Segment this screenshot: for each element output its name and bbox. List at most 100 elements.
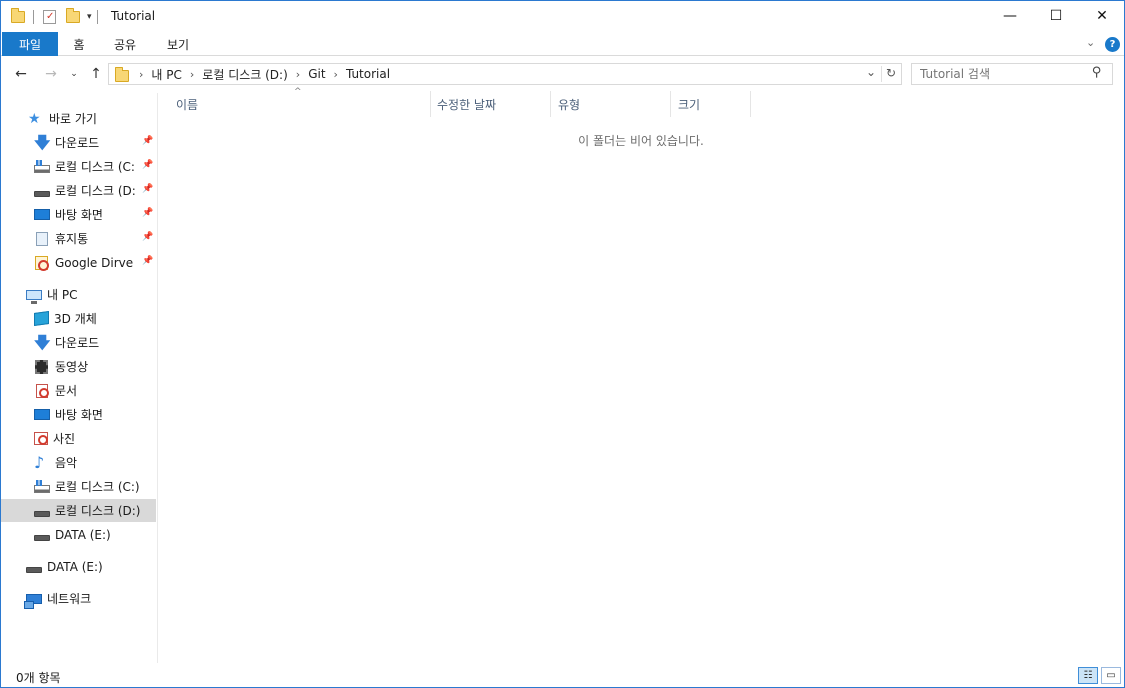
- sidebar-item-label: 로컬 디스크 (C:): [55, 480, 140, 494]
- recycle-bin-icon: [36, 231, 48, 246]
- sidebar-item-pictures[interactable]: 사진: [1, 427, 156, 450]
- address-dropdown-icon[interactable]: ⌄: [866, 65, 876, 79]
- desktop-icon: [34, 409, 50, 420]
- window-title: Tutorial: [111, 9, 156, 23]
- pin-icon[interactable]: 📌: [142, 208, 153, 218]
- chevron-right-icon[interactable]: ›: [139, 68, 143, 81]
- breadcrumb-git[interactable]: Git: [308, 67, 325, 81]
- item-count: 0개 항목: [16, 671, 61, 685]
- breadcrumb-drive-d[interactable]: 로컬 디스크 (D:): [202, 66, 287, 83]
- large-icons-view-icon[interactable]: ▭: [1101, 667, 1121, 684]
- drive-c-icon: [34, 479, 50, 493]
- chevron-right-icon[interactable]: ›: [334, 68, 338, 81]
- recent-locations-chevron-icon[interactable]: ⌄: [64, 65, 84, 83]
- chevron-right-icon[interactable]: ›: [190, 68, 194, 81]
- column-header-name[interactable]: 이름: [176, 91, 198, 117]
- sidebar-item-google-drive[interactable]: Google Dirve 📌: [1, 251, 156, 274]
- sidebar-item-desktop[interactable]: 바탕 화면: [1, 403, 156, 426]
- google-drive-icon: [35, 255, 49, 271]
- sidebar-item-network[interactable]: 네트워크: [1, 587, 156, 610]
- sidebar-item-quick-access[interactable]: ★ 바로 가기: [1, 107, 156, 130]
- sidebar-item-label: 사진: [53, 432, 76, 446]
- drive-icon: [26, 566, 42, 573]
- refresh-icon[interactable]: ↻: [886, 66, 896, 80]
- toolbar-divider: [33, 10, 34, 24]
- customize-toolbar-icon[interactable]: ▾: [87, 12, 92, 22]
- sidebar-item-label: 바탕 화면: [55, 208, 103, 222]
- expand-ribbon-icon[interactable]: ⌄: [1086, 36, 1095, 49]
- sidebar-item-this-pc[interactable]: 내 PC: [1, 283, 156, 306]
- sidebar-item-downloads-pinned[interactable]: 🡇 다운로드 📌: [1, 131, 156, 154]
- drive-c-icon: [34, 159, 50, 173]
- tab-home[interactable]: 홈: [65, 32, 93, 56]
- properties-icon[interactable]: ✓: [43, 10, 56, 24]
- breadcrumb-this-pc[interactable]: 내 PC: [151, 66, 181, 83]
- explorer-window: ✓ ▾ Tutorial — ☐ ✕ 파일 홈 공유 보기 ⌄ ? ← → ⌄ …: [0, 0, 1125, 688]
- tab-file[interactable]: 파일: [2, 32, 58, 56]
- sidebar-item-label: Google Dirve: [55, 255, 134, 270]
- sidebar-item-label: DATA (E:): [47, 559, 103, 574]
- sidebar-divider: [157, 93, 158, 663]
- column-divider[interactable]: [430, 91, 431, 117]
- tab-share[interactable]: 공유: [107, 32, 143, 56]
- sidebar-item-drive-c[interactable]: 로컬 디스크 (C:): [1, 475, 156, 498]
- up-arrow-icon[interactable]: ↑: [86, 65, 106, 83]
- chevron-right-icon[interactable]: ›: [296, 68, 300, 81]
- status-bar: 0개 항목 ☷ ▭: [1, 663, 1124, 687]
- column-header-date-modified[interactable]: 수정한 날짜: [437, 91, 496, 117]
- maximize-button[interactable]: ☐: [1033, 1, 1079, 31]
- sidebar-item-downloads[interactable]: 🡇 다운로드: [1, 331, 156, 354]
- column-divider[interactable]: [550, 91, 551, 117]
- forward-arrow-icon[interactable]: →: [41, 65, 61, 83]
- toolbar-divider: [96, 10, 98, 24]
- new-folder-icon[interactable]: [66, 8, 80, 23]
- sidebar-item-label: 로컬 디스크 (C:: [55, 160, 135, 174]
- sidebar-item-drive-c-pinned[interactable]: 로컬 디스크 (C: 📌: [1, 155, 156, 178]
- pin-icon[interactable]: 📌: [142, 160, 153, 170]
- sidebar-item-data-e[interactable]: DATA (E:): [1, 523, 156, 546]
- help-icon[interactable]: ?: [1105, 37, 1120, 52]
- sidebar-item-label: 바로 가기: [49, 112, 97, 126]
- sidebar-item-music[interactable]: ♪ 음악: [1, 451, 156, 474]
- sidebar-item-desktop-pinned[interactable]: 바탕 화면 📌: [1, 203, 156, 226]
- video-icon: [35, 359, 48, 374]
- minimize-button[interactable]: —: [987, 1, 1033, 31]
- sidebar-item-drive-d-pinned[interactable]: 로컬 디스크 (D: 📌: [1, 179, 156, 202]
- drive-icon: [34, 534, 50, 541]
- sidebar-item-label: 3D 개체: [54, 312, 97, 326]
- drive-icon: [34, 510, 50, 517]
- pin-icon[interactable]: 📌: [142, 136, 153, 146]
- star-icon: ★: [28, 110, 41, 127]
- search-box[interactable]: ⚲: [911, 63, 1113, 85]
- close-button[interactable]: ✕: [1079, 1, 1125, 31]
- address-bar[interactable]: › 내 PC › 로컬 디스크 (D:) › Git › Tutorial ⌄ …: [108, 63, 902, 85]
- ribbon-tabs: 파일 홈 공유 보기 ⌄ ?: [1, 32, 1124, 56]
- column-header-type[interactable]: 유형: [558, 91, 580, 117]
- tab-view[interactable]: 보기: [160, 32, 196, 56]
- column-divider[interactable]: [670, 91, 671, 117]
- navigation-pane: ★ 바로 가기 🡇 다운로드 📌 로컬 디스크 (C: 📌 로컬 디스크 (D:…: [1, 97, 157, 663]
- sidebar-item-recycle-bin[interactable]: 휴지통 📌: [1, 227, 156, 250]
- pin-icon[interactable]: 📌: [142, 232, 153, 242]
- sidebar-item-label: 휴지통: [55, 232, 89, 246]
- sidebar-item-drive-d[interactable]: 로컬 디스크 (D:): [1, 499, 156, 522]
- search-icon[interactable]: ⚲: [1092, 65, 1102, 80]
- sidebar-item-3d-objects[interactable]: 3D 개체: [1, 307, 156, 330]
- sidebar-item-videos[interactable]: 동영상: [1, 355, 156, 378]
- folder-icon: [11, 8, 25, 23]
- music-icon: ♪: [34, 452, 45, 472]
- column-header-size[interactable]: 크기: [678, 91, 700, 117]
- pin-icon[interactable]: 📌: [142, 184, 153, 194]
- breadcrumb-tutorial[interactable]: Tutorial: [346, 67, 390, 81]
- search-input[interactable]: [912, 64, 1082, 84]
- sidebar-item-label: 동영상: [55, 360, 89, 374]
- empty-folder-message: 이 폴더는 비어 있습니다.: [578, 134, 704, 148]
- pin-icon[interactable]: 📌: [142, 256, 153, 266]
- address-divider: [881, 66, 882, 82]
- sidebar-item-documents[interactable]: 문서: [1, 379, 156, 402]
- details-view-icon[interactable]: ☷: [1078, 667, 1098, 684]
- back-arrow-icon[interactable]: ←: [11, 65, 31, 83]
- sidebar-item-label: 로컬 디스크 (D:): [55, 504, 141, 518]
- column-divider[interactable]: [750, 91, 751, 117]
- sidebar-item-data-drive[interactable]: DATA (E:): [1, 555, 156, 578]
